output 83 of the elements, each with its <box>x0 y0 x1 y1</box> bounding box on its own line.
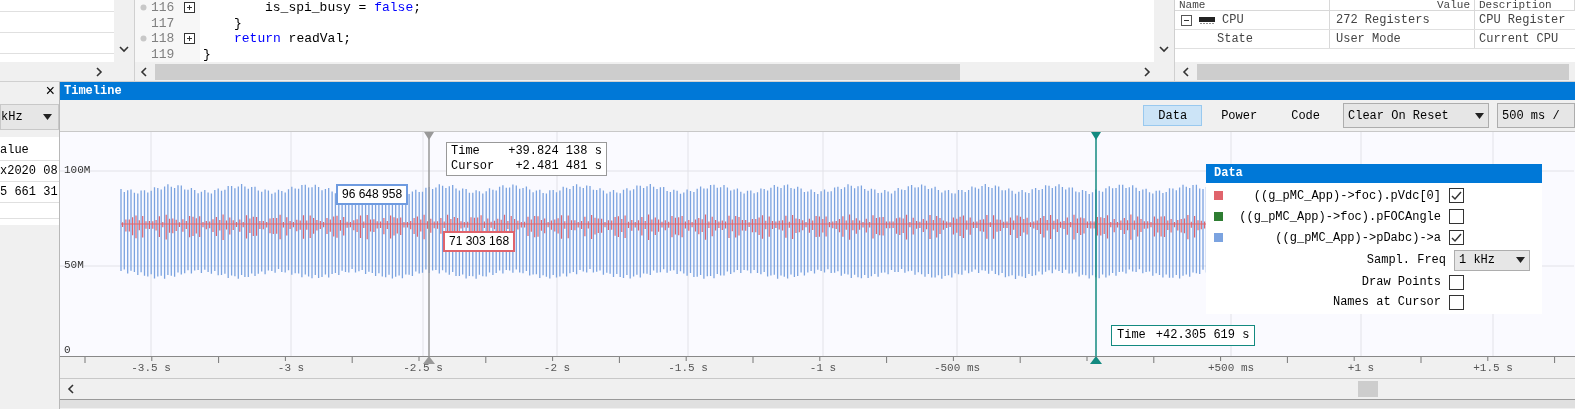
value-label: 96 648 958 <box>336 184 409 205</box>
register-name: State <box>1217 31 1253 48</box>
table-cell-text: CPU Register <box>1478 12 1567 29</box>
cursor-line[interactable] <box>423 132 435 356</box>
axis-label: 100M <box>64 165 91 176</box>
value-cell: x2020 08 <box>0 161 59 182</box>
chevron-down-icon[interactable] <box>1159 44 1169 54</box>
scrollbar-thumb[interactable] <box>1197 63 1569 80</box>
line-number: 116 <box>151 1 176 15</box>
collapse-toggle-icon[interactable] <box>1181 14 1192 26</box>
chevron-left-icon[interactable] <box>1181 66 1191 77</box>
line-number: 117 <box>151 16 176 30</box>
fold-toggle-icon[interactable] <box>183 33 195 45</box>
scrollbar-thumb[interactable] <box>1358 381 1378 397</box>
axis-label: +1 s <box>1347 363 1375 374</box>
axis-label: 0 <box>64 345 71 356</box>
value-cell: alue <box>0 140 59 161</box>
chevron-left-icon[interactable] <box>66 384 76 394</box>
toolbar-tab[interactable]: Data <box>1143 105 1203 126</box>
checkbox[interactable] <box>1449 294 1464 310</box>
panel-title: Data <box>1206 164 1542 183</box>
table-cell: 272 Registers <box>1330 11 1475 29</box>
option-label: Names at Cursor <box>1332 294 1441 311</box>
fold-toggle-icon[interactable] <box>183 2 195 14</box>
breakpoint-dot-icon[interactable] <box>139 4 147 12</box>
axis-label: -1 s <box>809 363 837 374</box>
column-header[interactable]: Value <box>1330 0 1475 10</box>
zoom-dropdown[interactable]: 500 ms / <box>1497 103 1575 128</box>
value-cell: 5 661 31 <box>0 182 59 203</box>
tooltip-value: +2.481 481 s <box>514 159 602 174</box>
table-cell: User Mode <box>1330 30 1475 48</box>
frequency-dropdown[interactable]: kHz <box>0 104 59 130</box>
axis-label: 50M <box>64 260 84 271</box>
dropdown-arrow-icon <box>1516 257 1525 263</box>
marker-line[interactable] <box>1090 132 1102 356</box>
axis-label: -3.5 s <box>131 363 171 374</box>
axis-label: +1.5 s <box>1473 363 1513 374</box>
chevron-left-icon[interactable] <box>139 66 149 77</box>
code-line: is_spi_busy = false; <box>264 0 423 16</box>
tooltip-label: Time <box>451 144 481 159</box>
option-label: Draw Points <box>1361 274 1441 291</box>
axis-label: -3 s <box>277 363 305 374</box>
axis-label: -2 s <box>543 363 571 374</box>
line-number: 118 <box>151 32 176 46</box>
axis-label: +500 ms <box>1207 363 1255 374</box>
scrollbar-thumb[interactable] <box>155 63 960 80</box>
line-number: 119 <box>151 47 176 61</box>
toolbar-tab[interactable]: Code <box>1276 105 1335 126</box>
tooltip-label: Cursor <box>451 159 495 174</box>
value-label: 71 303 168 <box>443 231 516 252</box>
tooltip-label: Time <box>1117 327 1146 344</box>
column-header[interactable]: Name <box>1175 0 1330 10</box>
checkbox[interactable] <box>1449 230 1464 245</box>
axis-label: -500 ms <box>933 363 981 374</box>
code-line: } <box>203 46 212 62</box>
chevron-right-icon[interactable] <box>1142 66 1152 77</box>
checkbox[interactable] <box>1449 188 1464 203</box>
code-line: } <box>233 15 243 31</box>
column-header[interactable]: Description <box>1475 0 1575 10</box>
signal-name: ((g_pMC_App)->foc).pVdc[0] <box>1252 187 1441 205</box>
toolbar-tab[interactable]: Power <box>1206 105 1273 126</box>
table-cell-text: Current CPU <box>1478 31 1560 48</box>
axis-label: -2.5 s <box>403 363 443 374</box>
tooltip-value: +42.305 619 s <box>1155 327 1250 344</box>
tooltip-value: +39.824 138 s <box>508 144 602 159</box>
checkbox[interactable] <box>1449 274 1464 290</box>
axis-label: -1.5 s <box>668 363 708 374</box>
sampling-dropdown[interactable]: 1 kHz <box>1454 249 1530 271</box>
breakpoint-dot-icon[interactable] <box>139 35 147 43</box>
dropdown-arrow-icon <box>1475 112 1484 119</box>
panel-title: Timeline <box>60 82 1575 100</box>
signal-name: ((g_pMC_App)->foc).pFOCAngle <box>1238 208 1441 226</box>
dropdown-arrow-icon <box>43 114 52 120</box>
code-line: return readVal; <box>233 31 353 47</box>
signal-name: ((g_pMC_App)->pDabc)->a <box>1274 229 1441 247</box>
reset-mode-dropdown[interactable]: Clear On Reset <box>1343 103 1489 128</box>
chevron-down-icon[interactable] <box>119 44 129 54</box>
chevron-right-icon[interactable] <box>94 66 104 77</box>
close-button[interactable]: × <box>45 84 55 100</box>
checkbox[interactable] <box>1449 209 1464 224</box>
register-name: CPU <box>1222 12 1244 29</box>
field-label: Sampl. Freq <box>1366 252 1446 269</box>
chip-icon <box>1198 16 1216 24</box>
